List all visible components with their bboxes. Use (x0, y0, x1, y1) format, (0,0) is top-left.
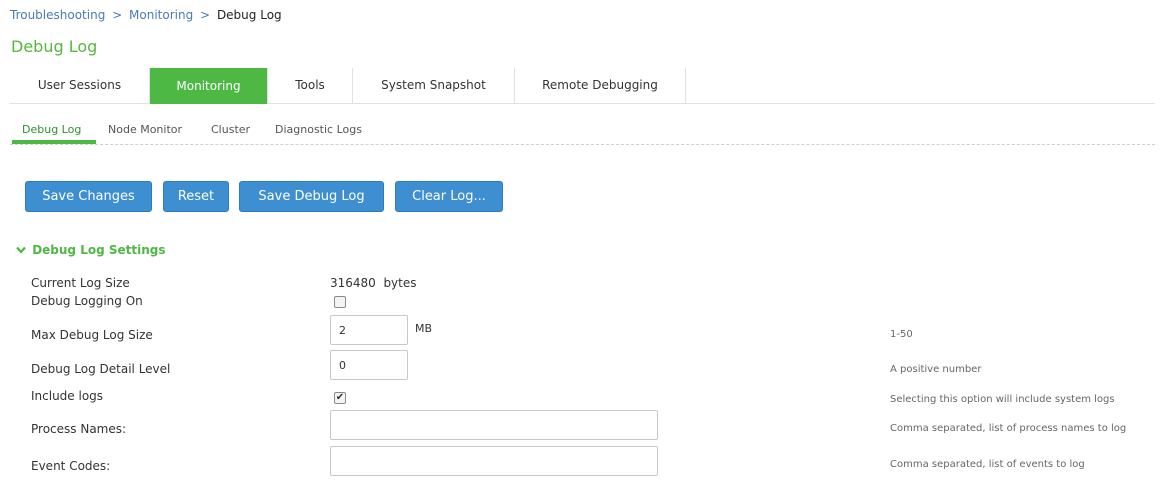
debug-logging-on-label: Debug Logging On (31, 294, 143, 308)
detail-level-hint: A positive number (890, 364, 982, 375)
breadcrumb-separator: > (200, 8, 211, 22)
clear-log-button[interactable]: Clear Log... (395, 181, 503, 212)
include-logs-label: Include logs (31, 389, 104, 403)
breadcrumb-current: Debug Log (216, 8, 282, 22)
max-debug-log-size-hint: 1-50 (890, 329, 913, 340)
detail-level-label: Debug Log Detail Level (31, 362, 171, 376)
include-logs-checkbox[interactable]: ✔ (334, 392, 346, 404)
event-codes-label: Event Codes: (31, 459, 111, 473)
tab-system-snapshot[interactable]: System Snapshot (353, 68, 515, 103)
breadcrumb: Troubleshooting > Monitoring > Debug Log (10, 8, 282, 22)
subtab-cluster[interactable]: Cluster (211, 123, 250, 136)
event-codes-input[interactable] (330, 446, 658, 476)
detail-level-input[interactable] (330, 350, 408, 380)
debug-logging-on-checkbox[interactable] (334, 296, 346, 308)
breadcrumb-link-monitoring[interactable]: Monitoring (129, 8, 193, 22)
main-tab-bar: User Sessions Monitoring Tools System Sn… (10, 68, 1155, 104)
chevron-down-icon (16, 243, 28, 257)
reset-button[interactable]: Reset (163, 181, 229, 212)
sub-tab-bar: Debug Log Node Monitor Cluster Diagnosti… (10, 113, 1155, 145)
current-log-size-value: 316480 bytes (330, 276, 417, 290)
subtab-node-monitor[interactable]: Node Monitor (108, 123, 182, 136)
current-log-size-label: Current Log Size (31, 276, 130, 290)
subtab-diagnostic-logs[interactable]: Diagnostic Logs (275, 123, 362, 136)
breadcrumb-separator: > (112, 8, 123, 22)
max-debug-log-size-label: Max Debug Log Size (31, 328, 153, 342)
page-title: Debug Log (11, 37, 98, 56)
max-debug-log-size-unit: MB (415, 322, 433, 335)
include-logs-hint: Selecting this option will include syste… (890, 394, 1115, 405)
max-debug-log-size-input[interactable] (330, 315, 408, 345)
section-title: Debug Log Settings (32, 243, 166, 257)
process-names-hint: Comma separated, list of process names t… (890, 423, 1127, 434)
debug-log-settings-header[interactable]: Debug Log Settings (16, 243, 166, 257)
active-subtab-indicator (12, 140, 96, 144)
event-codes-hint: Comma separated, list of events to log (890, 459, 1085, 470)
save-debug-log-button[interactable]: Save Debug Log (239, 181, 384, 212)
process-names-label: Process Names: (31, 422, 127, 436)
save-changes-button[interactable]: Save Changes (25, 181, 152, 212)
tab-user-sessions[interactable]: User Sessions (10, 68, 150, 103)
breadcrumb-link-troubleshooting[interactable]: Troubleshooting (10, 8, 105, 22)
tab-monitoring[interactable]: Monitoring (150, 68, 268, 104)
subtab-debug-log[interactable]: Debug Log (22, 123, 81, 136)
tab-tools[interactable]: Tools (268, 68, 353, 103)
tab-remote-debugging[interactable]: Remote Debugging (515, 68, 686, 103)
process-names-input[interactable] (330, 410, 658, 440)
